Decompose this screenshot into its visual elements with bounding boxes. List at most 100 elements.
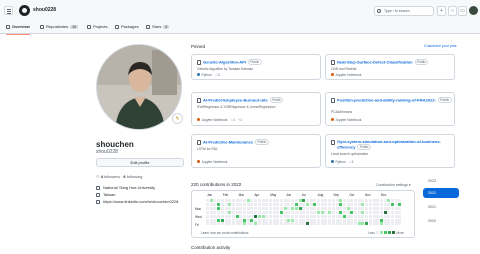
contribution-day[interactable] <box>217 214 221 218</box>
contribution-day[interactable] <box>305 210 309 214</box>
contribution-day[interactable] <box>320 206 324 210</box>
tab-packages[interactable]: Packages <box>115 24 139 34</box>
contribution-day[interactable] <box>328 206 332 210</box>
contribution-day[interactable] <box>335 210 339 214</box>
contribution-day[interactable] <box>394 202 398 206</box>
contribution-day[interactable] <box>387 206 391 210</box>
year-2020[interactable]: 2020 <box>423 216 459 226</box>
menu-icon[interactable] <box>4 6 13 15</box>
contribution-day[interactable] <box>291 214 295 218</box>
contribution-day[interactable] <box>339 206 343 210</box>
contribution-day[interactable] <box>276 218 280 222</box>
contribution-day[interactable] <box>217 202 221 206</box>
contribution-day[interactable] <box>394 210 398 214</box>
contribution-day[interactable] <box>383 218 387 222</box>
contribution-day[interactable] <box>313 214 317 218</box>
contribution-day[interactable] <box>287 222 291 226</box>
github-logo-icon[interactable] <box>19 5 30 16</box>
contribution-day[interactable] <box>391 206 394 210</box>
contribution-day[interactable] <box>224 202 228 206</box>
contribution-day[interactable] <box>261 222 265 226</box>
contribution-day[interactable] <box>346 214 350 218</box>
pinned-card[interactable]: AI-Predict-Employee-Burnout-rate Public S… <box>191 92 321 126</box>
contribution-day[interactable] <box>228 218 232 222</box>
contribution-day[interactable] <box>265 202 269 206</box>
contribution-day[interactable] <box>254 202 258 206</box>
contribution-day[interactable] <box>239 199 243 202</box>
contribution-day[interactable] <box>324 218 328 222</box>
contribution-day[interactable] <box>324 202 328 206</box>
contribution-day[interactable] <box>261 210 265 214</box>
contribution-day[interactable] <box>235 199 239 202</box>
contribution-day[interactable] <box>365 199 369 202</box>
contribution-day[interactable] <box>331 206 335 210</box>
contribution-day[interactable] <box>342 202 346 206</box>
contribution-day[interactable] <box>346 210 350 214</box>
contribution-day[interactable] <box>317 199 320 202</box>
contribution-day[interactable] <box>209 214 213 218</box>
contribution-day[interactable] <box>265 210 269 214</box>
contribution-day[interactable] <box>350 199 354 202</box>
contribution-day[interactable] <box>217 218 221 222</box>
followers-label[interactable]: followers <box>104 174 120 179</box>
contribution-day[interactable] <box>354 214 357 218</box>
contribution-day[interactable] <box>235 222 239 226</box>
contribution-day[interactable] <box>220 202 224 206</box>
contribution-day[interactable] <box>239 210 243 214</box>
contribution-day[interactable] <box>298 202 302 206</box>
contribution-day[interactable] <box>368 222 372 226</box>
contribution-day[interactable] <box>320 218 324 222</box>
contribution-day[interactable] <box>379 210 383 214</box>
contribution-day[interactable] <box>320 199 324 202</box>
contribution-day[interactable] <box>257 222 261 226</box>
contribution-day[interactable] <box>313 210 317 214</box>
contribution-day[interactable] <box>331 210 335 214</box>
contribution-day[interactable] <box>291 218 295 222</box>
contribution-day[interactable] <box>331 199 335 202</box>
contribution-day[interactable] <box>261 202 265 206</box>
contribution-day[interactable] <box>272 206 276 210</box>
contribution-day[interactable] <box>231 214 235 218</box>
contribution-day[interactable] <box>231 199 235 202</box>
contribution-day[interactable] <box>246 210 250 214</box>
contribution-day[interactable] <box>394 206 398 210</box>
contribution-day[interactable] <box>250 199 254 202</box>
contribution-day[interactable] <box>228 210 232 214</box>
contribution-day[interactable] <box>220 218 224 222</box>
contribution-day[interactable] <box>391 218 394 222</box>
contribution-day[interactable] <box>213 202 217 206</box>
contribution-day[interactable] <box>387 222 391 226</box>
contribution-day[interactable] <box>283 206 287 210</box>
contribution-day[interactable] <box>368 210 372 214</box>
contribution-day[interactable] <box>224 206 228 210</box>
contribution-day[interactable] <box>231 210 235 214</box>
contribution-day[interactable] <box>387 199 391 202</box>
contribution-day[interactable] <box>387 202 391 206</box>
contribution-day[interactable] <box>317 210 320 214</box>
contribution-day[interactable] <box>276 222 280 226</box>
contribution-day[interactable] <box>217 222 221 226</box>
contribution-day[interactable] <box>365 202 369 206</box>
contribution-day[interactable] <box>246 206 250 210</box>
contribution-day[interactable] <box>335 218 339 222</box>
contribution-day[interactable] <box>379 199 383 202</box>
contribution-day[interactable] <box>379 206 383 210</box>
contribution-day[interactable] <box>394 218 398 222</box>
contribution-day[interactable] <box>254 199 258 202</box>
contribution-day[interactable] <box>213 206 217 210</box>
contribution-day[interactable] <box>372 222 376 226</box>
contribution-day[interactable] <box>228 202 232 206</box>
contribution-day[interactable] <box>209 218 213 222</box>
contribution-day[interactable] <box>350 222 354 226</box>
contribution-day[interactable] <box>391 199 394 202</box>
contribution-day[interactable] <box>239 218 243 222</box>
contribution-day[interactable] <box>261 218 265 222</box>
contribution-day[interactable] <box>257 218 261 222</box>
contribution-day[interactable] <box>339 218 343 222</box>
contribution-day[interactable] <box>265 206 269 210</box>
contribution-day[interactable] <box>342 210 346 214</box>
contribution-day[interactable] <box>228 199 232 202</box>
contribution-day[interactable] <box>346 222 350 226</box>
contribution-day[interactable] <box>243 202 246 206</box>
contribution-day[interactable] <box>331 218 335 222</box>
